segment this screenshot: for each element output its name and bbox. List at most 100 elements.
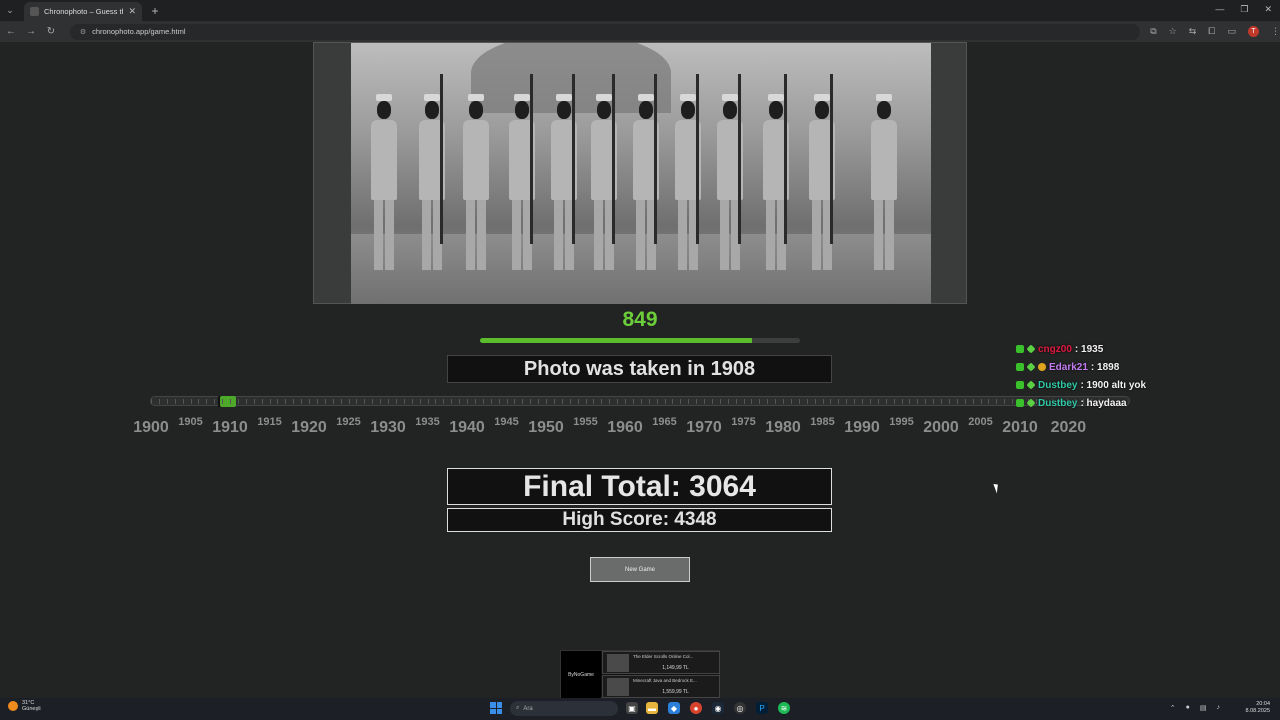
timeline-tick (309, 399, 310, 404)
coin-badge-icon (1038, 363, 1046, 371)
obs-icon[interactable]: ◎ (734, 702, 746, 714)
translate-icon[interactable]: ⧉ (1150, 26, 1156, 37)
timeline-tick (435, 399, 437, 404)
steam-icon[interactable]: ◉ (712, 702, 724, 714)
timeline-tick (301, 399, 303, 404)
minimize-icon[interactable]: — (1215, 4, 1224, 15)
timeline-year-label: 1900 (133, 419, 169, 436)
timeline-tick (901, 399, 903, 404)
photo-figure (463, 94, 489, 274)
tray-chevron-icon[interactable]: ⌃ (1170, 704, 1176, 712)
new-game-button[interactable]: New Game (590, 557, 690, 582)
windows-start-icon[interactable] (490, 702, 502, 714)
timeline-tick (830, 399, 832, 404)
timeline-tick (277, 399, 279, 404)
photoshop-icon[interactable]: P (756, 702, 768, 714)
year-slider[interactable] (150, 396, 1130, 407)
search-icon: ⌕ (516, 705, 520, 711)
chat-username[interactable]: cngz00 (1038, 344, 1072, 355)
timeline-tick (206, 399, 208, 404)
site-info-icon[interactable]: ⚙ (80, 28, 86, 36)
timeline-year-label: 1910 (212, 419, 248, 436)
system-tray: ⌃ ● ▤ ♪ (1170, 704, 1220, 712)
timeline-year-label: 1970 (686, 419, 722, 436)
round-score: 849 (622, 308, 658, 331)
timeline-tick (372, 399, 374, 404)
weather-widget[interactable]: 31°C Güneşli (8, 700, 41, 712)
timeline-tick (364, 399, 366, 404)
new-tab-icon[interactable]: + (146, 4, 164, 18)
timeline-tick (395, 399, 397, 404)
tab-close-icon[interactable]: ✕ (128, 6, 136, 17)
file-explorer-icon[interactable]: ▬ (646, 702, 658, 714)
close-window-icon[interactable]: ✕ (1264, 4, 1272, 15)
preview-item-title: The Elder Scrolls Online Col... (633, 654, 694, 659)
volume-icon[interactable]: ♪ (1217, 704, 1221, 712)
final-total: Final Total: 3064 (447, 468, 832, 505)
preview-item-price: 1,149,99 TL (662, 665, 689, 671)
cast-icon[interactable]: ⇆ (1189, 26, 1197, 37)
high-score: High Score: 4348 (447, 508, 832, 532)
reload-icon[interactable]: ↻ (46, 26, 56, 37)
browser-menu-icon[interactable]: ⋮ (1271, 26, 1280, 37)
timeline-tick (656, 399, 658, 404)
mod-badge-icon (1016, 345, 1024, 353)
taskbar-clock[interactable]: 20:04 8.08.2025 (1246, 701, 1270, 715)
clock-time: 20:04 (1256, 701, 1270, 707)
task-view-icon[interactable]: ▣ (626, 702, 638, 714)
copilot-icon[interactable]: ◆ (668, 702, 680, 714)
chrome-icon[interactable]: ● (690, 702, 702, 714)
timeline-tick (814, 399, 816, 404)
timeline-tick (648, 399, 650, 404)
timeline-year-label: 1960 (607, 419, 643, 436)
timeline-tick (941, 399, 942, 404)
profile-avatar[interactable]: T (1248, 26, 1259, 37)
timeline-tick (253, 399, 255, 404)
timeline-tick (609, 399, 611, 404)
timeline-tick (909, 399, 911, 404)
timeline-tick (530, 399, 532, 404)
photo-figure (371, 94, 397, 274)
browser-tab[interactable]: Chronophoto – Guess the Year ✕ (24, 2, 142, 21)
timeline-year-label: 2020 (1050, 419, 1087, 436)
timeline-tick (696, 399, 698, 404)
timeline-tick (166, 399, 168, 404)
timeline-tick (593, 399, 595, 404)
timeline-tick (601, 399, 603, 404)
chat-username[interactable]: Dustbey (1038, 380, 1077, 391)
network-icon[interactable]: ▤ (1200, 704, 1207, 712)
forward-icon[interactable]: → (26, 26, 36, 37)
extensions-icon[interactable]: ⧠ (1208, 26, 1215, 37)
timeline-tick (182, 399, 184, 404)
timeline-tick (348, 399, 350, 404)
timeline-tick (806, 399, 808, 404)
spotify-icon[interactable]: ≋ (778, 702, 790, 714)
timeline-year-label: 1925 (336, 416, 361, 428)
taskbar-search[interactable]: ⌕ Ara (510, 701, 618, 716)
timeline-year-label: 1980 (765, 419, 801, 436)
timeline-tick (917, 399, 919, 404)
back-icon[interactable]: ← (6, 26, 16, 37)
downloads-icon[interactable]: ▭ (1227, 26, 1236, 37)
taskbar-preview[interactable]: ByNoGame The Elder Scrolls Online Col...… (560, 650, 720, 699)
chat-message: cngz00 : 1935 (1016, 340, 1236, 358)
timeline-year-label: 1945 (494, 416, 519, 428)
timeline-tick (498, 399, 500, 404)
preview-item[interactable]: The Elder Scrolls Online Col... 1,149,99… (602, 651, 720, 674)
microphone-icon[interactable]: ● (1186, 704, 1190, 712)
timeline-tick (293, 399, 295, 404)
chat-username[interactable]: Dustbey (1038, 398, 1077, 409)
restore-icon[interactable]: ❐ (1240, 4, 1248, 15)
timeline-tick (151, 399, 152, 404)
url-field[interactable]: ⚙ chronophoto.app/game.html (69, 23, 1141, 40)
timeline-tick (459, 399, 461, 404)
photo-year-result: Photo was taken in 1908 (447, 355, 832, 383)
score-progress-fill (480, 338, 752, 343)
tab-search-icon[interactable]: ⌄ (0, 0, 20, 21)
bookmark-star-icon[interactable]: ☆ (1169, 26, 1177, 37)
timeline-tick (577, 399, 579, 404)
timeline-tick (190, 399, 192, 404)
chat-username[interactable]: Edark21 (1049, 362, 1088, 373)
chat-text: : 1898 (1090, 361, 1120, 373)
preview-item[interactable]: Minecraft Java and Bedrock E... 1,559,99… (602, 675, 720, 698)
